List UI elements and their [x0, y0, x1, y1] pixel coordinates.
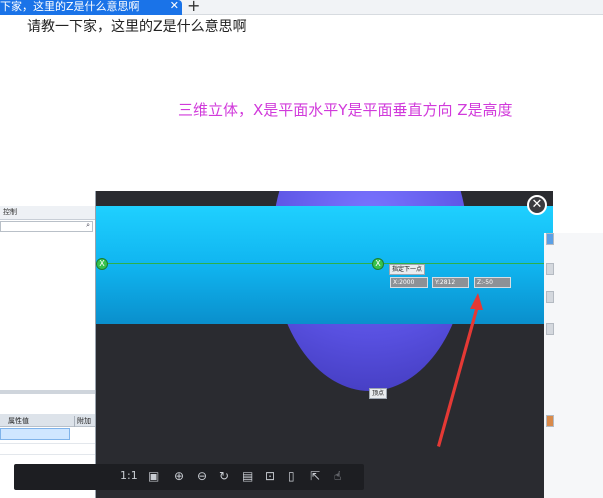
- browser-tab-strip: 下家，这里的Z是什么意思啊 ✕ +: [0, 0, 603, 15]
- new-tab-button[interactable]: +: [187, 0, 200, 15]
- panel-header-label: 控制: [3, 208, 17, 216]
- rotate-icon[interactable]: ↻: [219, 469, 229, 483]
- red-arrow-annotation: [437, 293, 483, 447]
- side-tool-icon[interactable]: [546, 233, 554, 245]
- page: 下家，这里的Z是什么意思啊 ✕ + 请教一下家，这里的Z是什么意思啊 三维立体，…: [0, 0, 603, 498]
- like-icon[interactable]: ☝: [334, 469, 341, 483]
- crop-icon[interactable]: ▯: [288, 469, 295, 483]
- panel-search-input[interactable]: ⌕: [0, 221, 93, 232]
- embedded-screenshot: 控制 ⌕ 属性值 附加 X X 指定下一点 X:2000 Y:2812 Z:-5…: [0, 191, 553, 498]
- zoom-in-icon[interactable]: ⊕: [174, 469, 184, 483]
- selected-table-row[interactable]: [0, 428, 70, 440]
- search-icon[interactable]: ⌕: [86, 221, 90, 230]
- browser-tab[interactable]: 下家，这里的Z是什么意思啊 ✕: [0, 0, 182, 15]
- side-tool-icon[interactable]: [546, 291, 554, 303]
- tab-title: 下家，这里的Z是什么意思啊: [0, 0, 140, 13]
- share-icon[interactable]: ⇱: [310, 469, 320, 483]
- side-tool-icon[interactable]: [546, 323, 554, 335]
- question-text: 请教一下家，这里的Z是什么意思啊: [27, 19, 247, 35]
- coord-z-field[interactable]: Z:-50: [474, 277, 511, 288]
- next-point-tooltip: 指定下一点: [389, 264, 426, 275]
- 3d-viewport[interactable]: X X 指定下一点 X:2000 Y:2812 Z:-50 顶点: [96, 191, 553, 498]
- save-icon[interactable]: ▤: [242, 469, 253, 483]
- panel-header: 控制: [0, 206, 95, 220]
- ratio-button[interactable]: 1:1: [120, 469, 138, 482]
- bookmark-icon[interactable]: ⊡: [265, 469, 275, 483]
- fit-screen-icon[interactable]: ▣: [148, 469, 159, 483]
- coord-x-field[interactable]: X:2000: [390, 277, 428, 288]
- guide-line: [96, 263, 553, 264]
- property-table-header: 属性值 附加: [0, 414, 95, 427]
- toolbar-background: 1:1 ▣ ⊕ ⊖ ↻ ▤ ⊡ ▯ ⇱ ☝: [14, 464, 364, 490]
- table-gridline: [0, 443, 95, 444]
- side-tool-icon[interactable]: [546, 263, 554, 275]
- tab-close-icon[interactable]: ✕: [170, 0, 179, 12]
- panel-divider[interactable]: [0, 390, 95, 394]
- column-header-value[interactable]: 属性值: [8, 416, 29, 426]
- coord-y-field[interactable]: Y:2812: [432, 277, 469, 288]
- answer-text: 三维立体，X是平面水平Y是平面垂直方向 Z是高度: [178, 101, 513, 119]
- side-tool-icon[interactable]: [546, 415, 554, 427]
- table-gridline: [0, 454, 95, 455]
- vertex-tooltip: 顶点: [369, 388, 388, 399]
- close-icon[interactable]: ✕: [527, 195, 547, 215]
- column-header-extra[interactable]: 附加: [74, 416, 91, 427]
- right-side-panel: [544, 233, 603, 498]
- property-panel: 控制 ⌕ 属性值 附加: [0, 191, 96, 498]
- axis-node-center[interactable]: X: [372, 258, 384, 270]
- zoom-out-icon[interactable]: ⊖: [197, 469, 207, 483]
- axis-node-left[interactable]: X: [96, 258, 108, 270]
